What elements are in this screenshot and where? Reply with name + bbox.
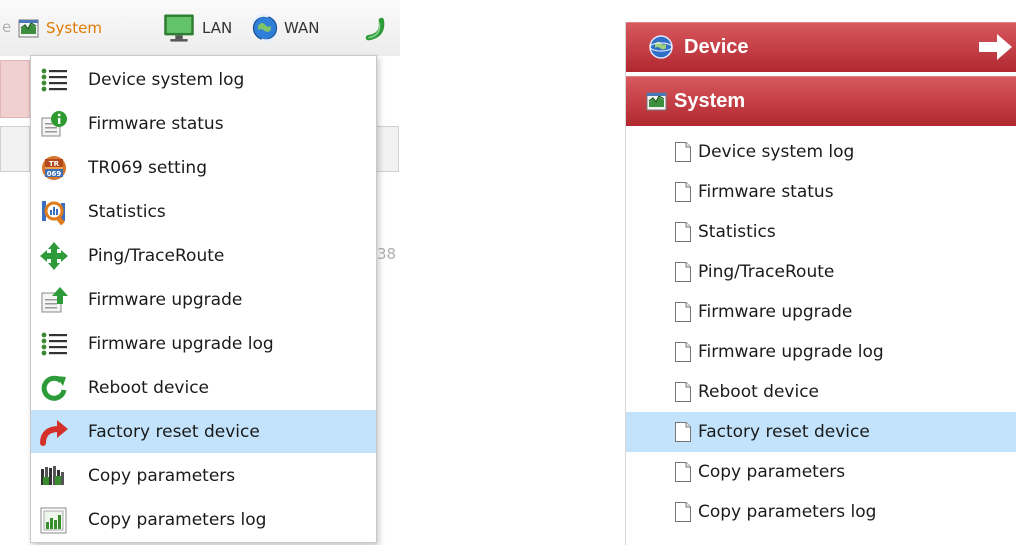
side-item-firmware-status[interactable]: Firmware status — [626, 172, 1016, 212]
dropdown-item-reboot-device[interactable]: Reboot device — [31, 366, 376, 409]
statistics-icon — [42, 200, 65, 225]
document-icon — [675, 222, 691, 242]
dropdown-item-label: Factory reset device — [88, 421, 260, 442]
document-icon — [675, 262, 691, 282]
background-field — [0, 126, 30, 172]
menu-wan[interactable]: WAN — [248, 10, 320, 46]
side-item-ping-traceroute[interactable]: Ping/TraceRoute — [626, 252, 1016, 292]
document-icon — [675, 462, 691, 482]
green-arrow-icon[interactable] — [362, 14, 390, 42]
copy-params-icon — [41, 465, 64, 485]
background-panel — [0, 60, 30, 118]
dropdown-item-label: Firmware upgrade log — [88, 333, 274, 354]
dropdown-item-device-system-log[interactable]: Device system log — [31, 58, 376, 101]
side-item-statistics[interactable]: Statistics — [626, 212, 1016, 252]
side-item-label: Statistics — [698, 222, 776, 242]
tr069-icon: TR 069 — [42, 155, 66, 180]
top-menu-bar: e System LAN WAN — [0, 0, 400, 56]
document-icon — [675, 422, 691, 442]
document-icon — [675, 382, 691, 402]
device-sidebar-panel: Device System Device system log Firmware… — [625, 22, 1016, 545]
side-item-label: Firmware upgrade log — [698, 342, 884, 362]
menu-system[interactable]: System — [16, 10, 102, 46]
dropdown-item-tr069-setting[interactable]: TR 069 TR069 setting — [31, 146, 376, 189]
device-header[interactable]: Device — [626, 22, 1016, 72]
side-item-reboot-device[interactable]: Reboot device — [626, 372, 1016, 412]
side-item-label: Firmware upgrade — [698, 302, 853, 322]
side-item-label: Copy parameters log — [698, 502, 877, 522]
background-text-fragment: e — [2, 18, 12, 36]
system-header-label: System — [674, 89, 746, 112]
document-icon — [675, 182, 691, 202]
menu-lan-label: LAN — [202, 19, 233, 37]
menu-system-label: System — [46, 19, 102, 37]
upload-icon — [41, 286, 68, 312]
document-icon — [675, 502, 691, 522]
device-header-label: Device — [684, 35, 749, 58]
side-item-device-system-log[interactable]: Device system log — [626, 132, 1016, 172]
system-chart-icon — [646, 92, 667, 111]
dropdown-item-copy-parameters[interactable]: Copy parameters — [31, 454, 376, 497]
bar-chart-icon — [40, 507, 67, 533]
device-globe-icon — [649, 35, 673, 59]
redo-arrow-icon — [40, 419, 68, 446]
side-item-label: Factory reset device — [698, 422, 870, 442]
globe-arrows-icon — [251, 14, 279, 42]
document-icon — [675, 342, 691, 362]
dropdown-item-label: TR069 setting — [88, 157, 207, 178]
dropdown-item-statistics[interactable]: Statistics — [31, 190, 376, 233]
move-arrows-icon — [40, 241, 68, 270]
dropdown-item-firmware-status[interactable]: Firmware status — [31, 102, 376, 145]
dropdown-item-label: Reboot device — [88, 377, 210, 398]
side-item-copy-parameters-log[interactable]: Copy parameters log — [626, 492, 1016, 532]
dropdown-item-label: Device system log — [88, 69, 245, 90]
system-dropdown-menu: Device system log Firmware status TR 069… — [30, 55, 377, 543]
dropdown-item-label: Copy parameters — [88, 465, 236, 486]
list-icon — [41, 68, 67, 91]
system-header[interactable]: System — [626, 76, 1016, 126]
arrow-right-icon[interactable] — [977, 33, 1013, 61]
side-item-firmware-upgrade-log[interactable]: Firmware upgrade log — [626, 332, 1016, 372]
side-item-copy-parameters[interactable]: Copy parameters — [626, 452, 1016, 492]
dropdown-item-firmware-upgrade[interactable]: Firmware upgrade — [31, 278, 376, 321]
background-digits: 38 — [377, 245, 397, 263]
svg-text:069: 069 — [47, 170, 62, 178]
document-icon — [675, 302, 691, 322]
side-item-label: Device system log — [698, 142, 855, 162]
menu-lan[interactable]: LAN — [158, 10, 232, 46]
dropdown-item-firmware-upgrade-log[interactable]: Firmware upgrade log — [31, 322, 376, 365]
side-item-factory-reset-device[interactable]: Factory reset device — [626, 412, 1016, 452]
side-item-firmware-upgrade[interactable]: Firmware upgrade — [626, 292, 1016, 332]
side-item-label: Firmware status — [698, 182, 834, 202]
refresh-icon — [41, 375, 67, 401]
list-icon — [41, 332, 67, 355]
dropdown-item-label: Ping/TraceRoute — [88, 245, 225, 266]
dropdown-item-label: Copy parameters log — [88, 509, 267, 530]
dropdown-item-label: Statistics — [88, 201, 166, 222]
dropdown-item-label: Firmware status — [88, 113, 224, 134]
side-item-label: Reboot device — [698, 382, 820, 402]
svg-text:TR: TR — [49, 160, 60, 168]
dropdown-item-label: Firmware upgrade — [88, 289, 243, 310]
dropdown-item-ping-traceroute[interactable]: Ping/TraceRoute — [31, 234, 376, 277]
menu-wan-label: WAN — [284, 19, 320, 37]
document-icon — [675, 142, 691, 162]
side-item-label: Ping/TraceRoute — [698, 262, 835, 282]
dropdown-item-factory-reset-device[interactable]: Factory reset device — [31, 410, 376, 453]
side-item-label: Copy parameters — [698, 462, 846, 482]
monitor-icon — [164, 14, 194, 42]
info-icon — [41, 110, 67, 136]
system-chart-icon — [18, 19, 39, 38]
background-field-right — [375, 126, 399, 172]
dropdown-item-copy-parameters-log[interactable]: Copy parameters log — [31, 498, 376, 541]
